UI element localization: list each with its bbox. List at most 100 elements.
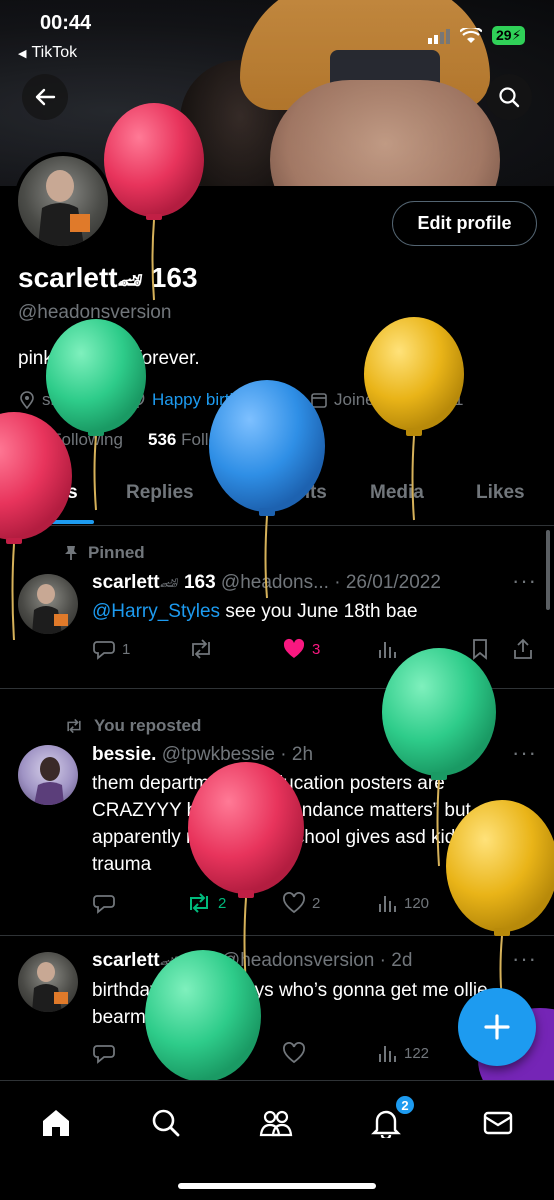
back-to-app[interactable]: ◀ TikTok xyxy=(18,44,77,62)
following-link[interactable]: 477 Following xyxy=(18,430,123,450)
compose-post-button[interactable] xyxy=(458,988,536,1066)
pronouns-text: she/her xyxy=(42,390,99,409)
heart-icon xyxy=(283,1042,305,1064)
post-avatar[interactable] xyxy=(18,574,78,634)
followers-count: 536 xyxy=(148,430,177,449)
post-time: 26/01/2022 xyxy=(345,572,441,593)
edit-profile-button[interactable]: Edit profile xyxy=(392,201,537,246)
search-icon xyxy=(152,1109,180,1137)
more-options-icon[interactable]: ··· xyxy=(512,568,537,594)
post-author-handle: @headonsversion xyxy=(220,950,375,971)
bookmark-button[interactable] xyxy=(470,638,490,660)
post-avatar[interactable] xyxy=(18,952,78,1012)
repost-button[interactable]: 2 xyxy=(186,892,226,914)
communities-icon xyxy=(259,1110,293,1137)
profile-display-name: scarlett🏎 163 xyxy=(18,262,198,294)
nav-home[interactable] xyxy=(36,1103,76,1143)
like-button[interactable] xyxy=(282,1042,306,1064)
home-indicator[interactable] xyxy=(178,1183,376,1189)
profile-tabs: Posts Replies Highlights Media Likes xyxy=(0,470,554,526)
views-button[interactable]: 120 xyxy=(376,892,429,914)
profile-avatar[interactable] xyxy=(14,152,112,250)
repost-icon xyxy=(192,639,210,659)
like-button[interactable]: 3 xyxy=(282,638,320,660)
race-car-emoji-icon: 🏎 xyxy=(159,575,179,592)
calendar-icon xyxy=(311,393,327,408)
nav-messages[interactable] xyxy=(478,1103,518,1143)
plus-icon xyxy=(484,1014,510,1040)
post-author-handle: @headons... xyxy=(220,572,329,593)
post-body: see you June 18th bae xyxy=(220,601,418,622)
views-button[interactable] xyxy=(376,638,398,660)
nav-explore[interactable] xyxy=(146,1103,186,1143)
arrow-left-icon xyxy=(35,88,56,106)
tab-posts[interactable]: Posts xyxy=(26,482,78,504)
repost-active-icon xyxy=(190,893,208,913)
reply-button[interactable]: 1 xyxy=(92,638,130,660)
search-button[interactable] xyxy=(486,74,532,120)
tab-highlights[interactable]: Highlights xyxy=(234,482,327,504)
search-icon xyxy=(499,87,520,108)
post-author-name[interactable]: bessie. xyxy=(92,744,156,765)
post-avatar[interactable] xyxy=(18,745,78,805)
view-count: 120 xyxy=(404,894,430,912)
display-name-suffix: 163 xyxy=(150,262,198,293)
repost-context-label: You reposted xyxy=(94,716,202,735)
followers-label: Followers xyxy=(181,430,254,449)
reply-button[interactable] xyxy=(92,892,116,914)
like-count: 2 xyxy=(312,894,321,912)
views-icon xyxy=(379,1046,396,1062)
battery-level: 29 xyxy=(496,27,512,43)
post-time: 2h xyxy=(291,744,314,765)
like-button[interactable]: 2 xyxy=(282,892,320,914)
post-text: @Harry_Styles see you June 18th bae xyxy=(92,598,418,625)
reply-icon xyxy=(93,641,115,660)
post-header: scarlett🏎 163 @headonsversion · 2d xyxy=(92,950,413,971)
following-count: 477 xyxy=(18,430,47,449)
scrollbar[interactable] xyxy=(546,530,550,610)
tab-likes[interactable]: Likes xyxy=(476,482,525,504)
view-count: 122 xyxy=(404,1044,430,1062)
pinned-label: Pinned xyxy=(88,543,145,562)
share-button[interactable] xyxy=(512,892,534,914)
more-options-icon[interactable]: ··· xyxy=(512,740,537,766)
bookmark-button[interactable] xyxy=(470,892,490,914)
wifi-icon xyxy=(460,27,482,43)
pin-icon xyxy=(65,546,77,560)
active-tab-indicator xyxy=(16,520,94,524)
status-icons: 29⚡ xyxy=(428,26,526,45)
back-button[interactable] xyxy=(22,74,68,120)
repost-button[interactable] xyxy=(188,1042,214,1064)
post-author-name[interactable]: scarlett xyxy=(92,572,160,593)
post-author-handle: @tpwkbessie xyxy=(161,744,275,765)
post-divider xyxy=(0,688,554,689)
share-button[interactable] xyxy=(512,638,534,660)
repost-small-icon xyxy=(67,718,81,734)
followers-link[interactable]: 536 Followers xyxy=(148,430,254,450)
notifications-badge: 2 xyxy=(394,1094,416,1116)
share-icon xyxy=(514,892,532,913)
post-mention[interactable]: @Harry_Styles xyxy=(92,601,220,622)
more-options-icon[interactable]: ··· xyxy=(512,946,537,972)
bottom-navigation xyxy=(0,1080,554,1200)
profile-handle: @headonsversion xyxy=(18,302,172,323)
heart-icon xyxy=(283,892,305,914)
race-car-emoji-icon: 🏎 xyxy=(117,270,144,292)
views-button[interactable]: 122 xyxy=(376,1042,429,1064)
post-time: 2d xyxy=(391,950,413,971)
back-triangle-icon: ◀ xyxy=(18,47,27,60)
mail-icon xyxy=(483,1111,513,1135)
back-app-label: TikTok xyxy=(31,44,78,61)
nav-communities[interactable] xyxy=(256,1103,296,1143)
tab-media[interactable]: Media xyxy=(370,482,424,504)
repost-button[interactable] xyxy=(188,638,214,660)
location-pin-icon xyxy=(20,391,34,409)
tab-replies[interactable]: Replies xyxy=(126,482,194,504)
profile-bio: pink and blue forever. xyxy=(18,348,200,369)
heart-filled-icon xyxy=(283,638,305,658)
post-avatar-photo xyxy=(32,962,68,1012)
reply-button[interactable] xyxy=(92,1042,116,1064)
following-label: Following xyxy=(51,430,123,449)
profile-birthday[interactable]: Happy birthday! xyxy=(130,390,271,410)
post-author-name[interactable]: scarlett xyxy=(92,950,160,971)
